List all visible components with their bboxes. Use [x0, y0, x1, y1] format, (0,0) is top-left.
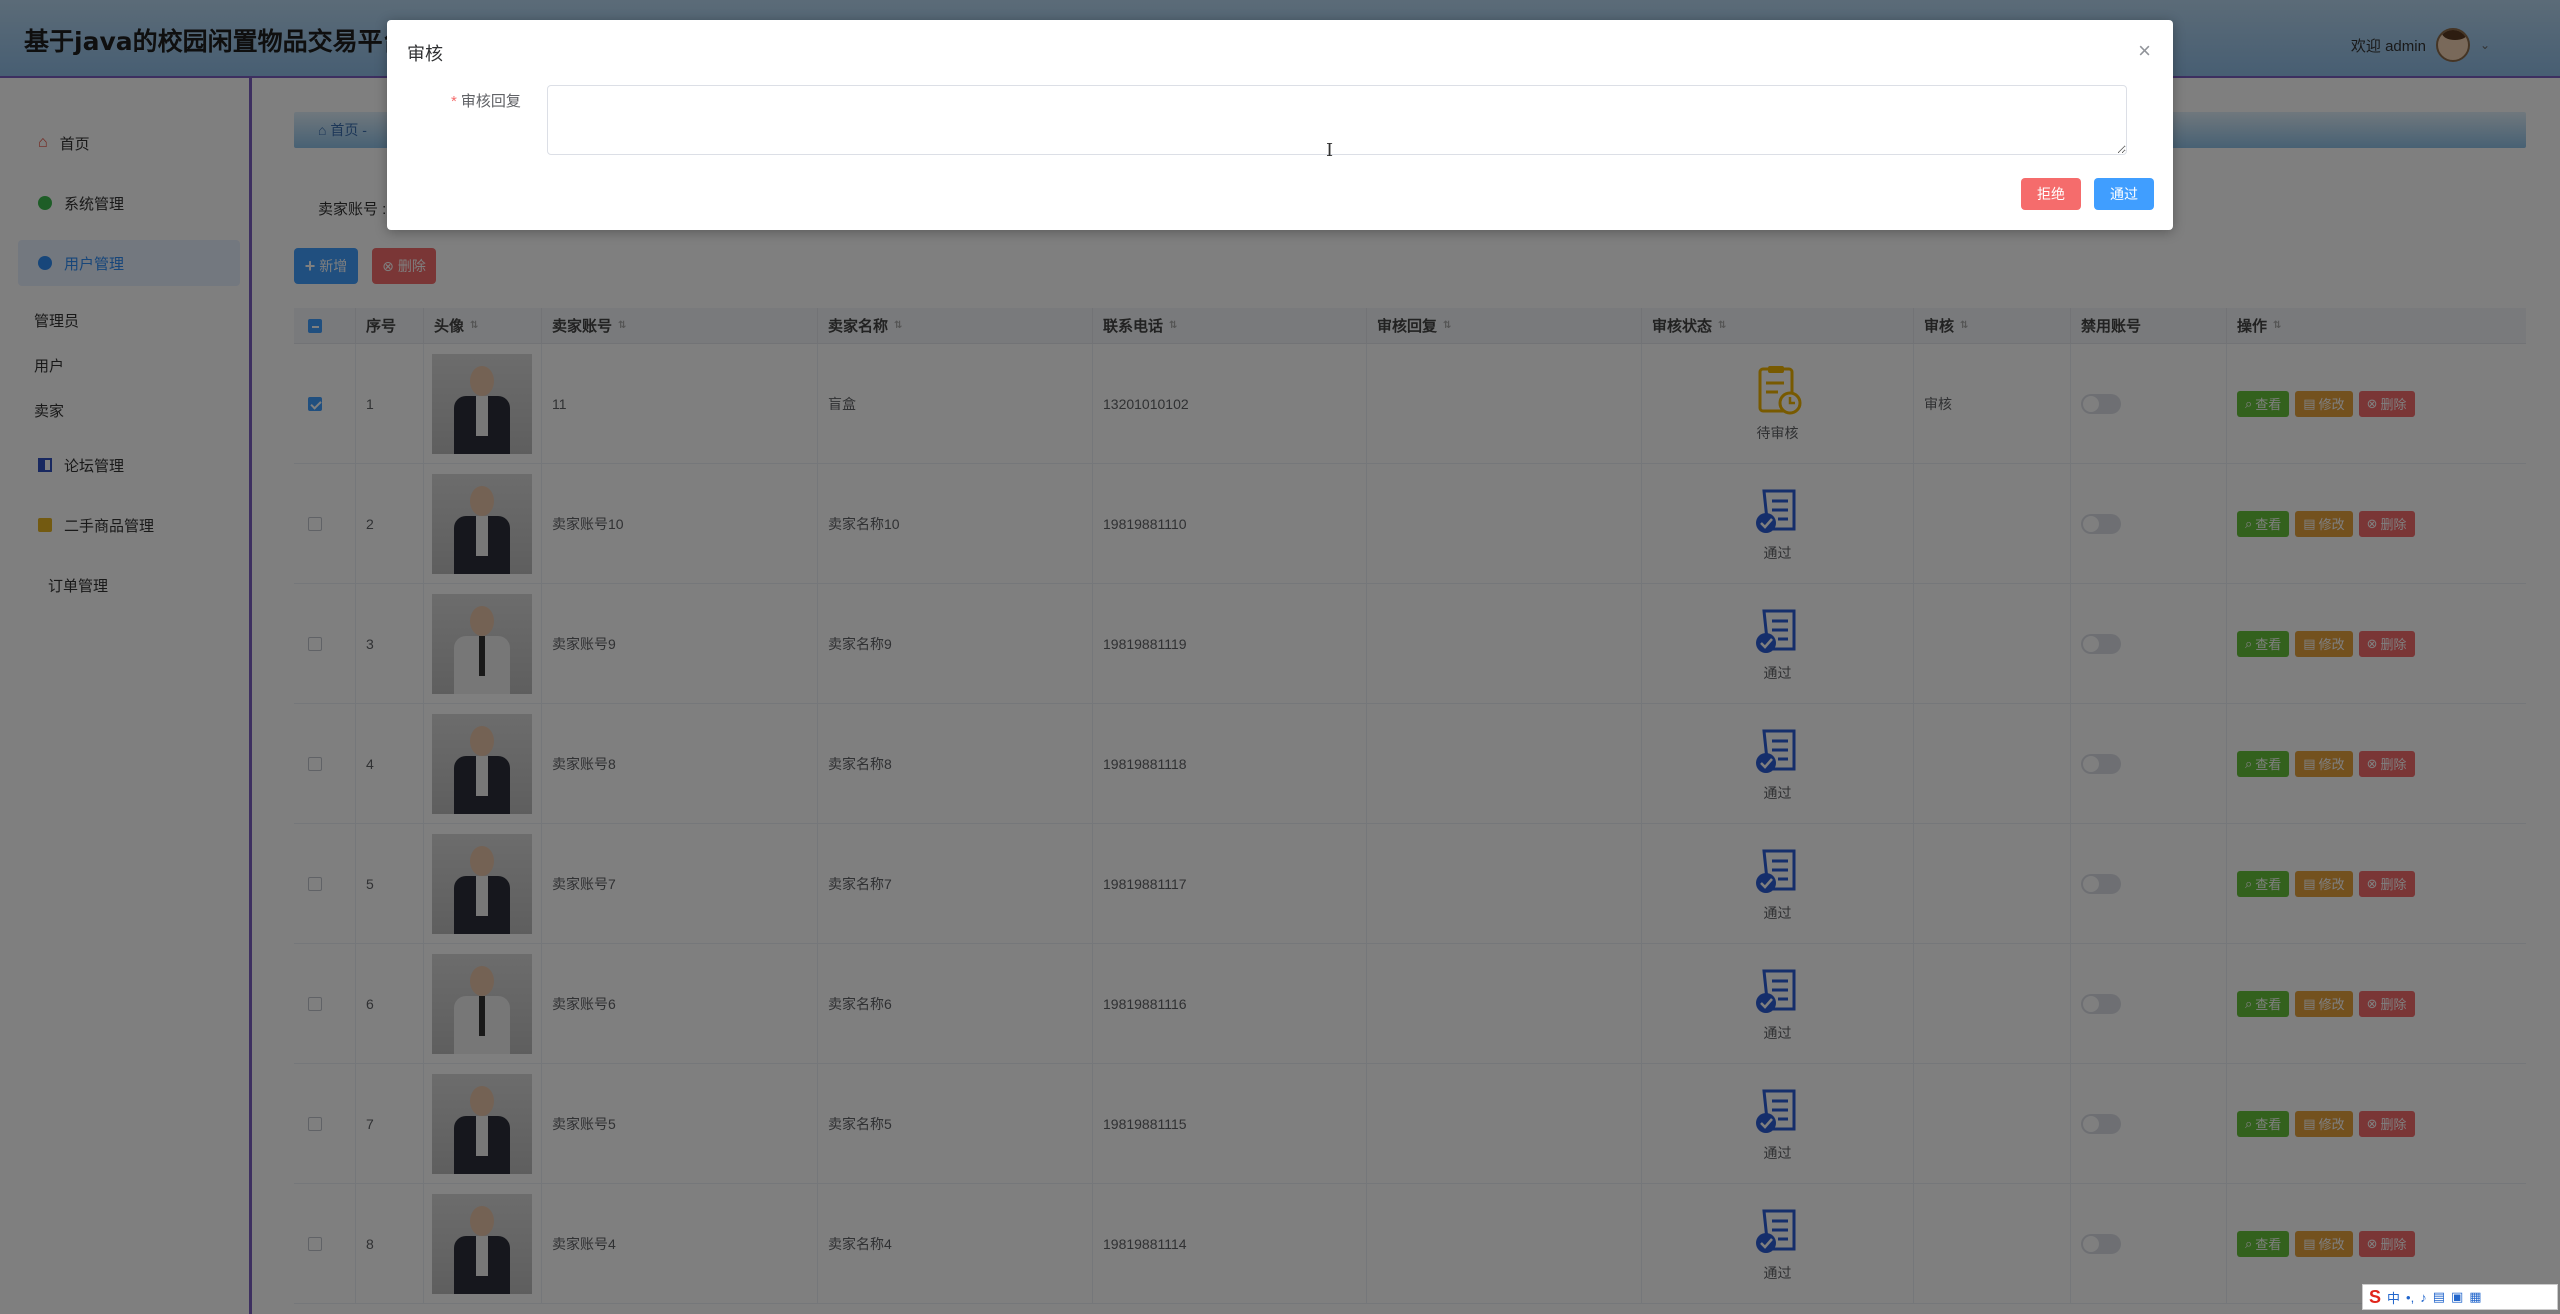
audit-reply-input[interactable] — [547, 85, 2127, 155]
pass-button[interactable]: 通过 — [2094, 178, 2154, 210]
skin-icon[interactable]: ▣ — [2451, 1289, 2463, 1305]
ime-lang[interactable]: 中 — [2387, 1288, 2400, 1307]
ime-toolbar[interactable]: S 中 •, ♪ ▤ ▣ ▦ — [2362, 1284, 2558, 1310]
grid-icon[interactable]: ▦ — [2469, 1289, 2481, 1305]
keyboard-icon[interactable]: ▤ — [2433, 1289, 2445, 1305]
reject-button[interactable]: 拒绝 — [2021, 178, 2081, 210]
microphone-icon[interactable]: ♪ — [2420, 1290, 2427, 1305]
close-icon[interactable]: × — [2138, 38, 2151, 64]
audit-reply-label: * 审核回复 — [451, 93, 521, 110]
audit-dialog: 审核 × * 审核回复 拒绝 通过 — [387, 20, 2173, 230]
required-mark: * — [451, 93, 457, 110]
sogou-logo-icon: S — [2369, 1286, 2382, 1307]
text-cursor-icon: I — [1326, 140, 1334, 161]
dialog-title: 审核 — [407, 44, 443, 64]
punctuation-icon[interactable]: •, — [2406, 1290, 2414, 1305]
